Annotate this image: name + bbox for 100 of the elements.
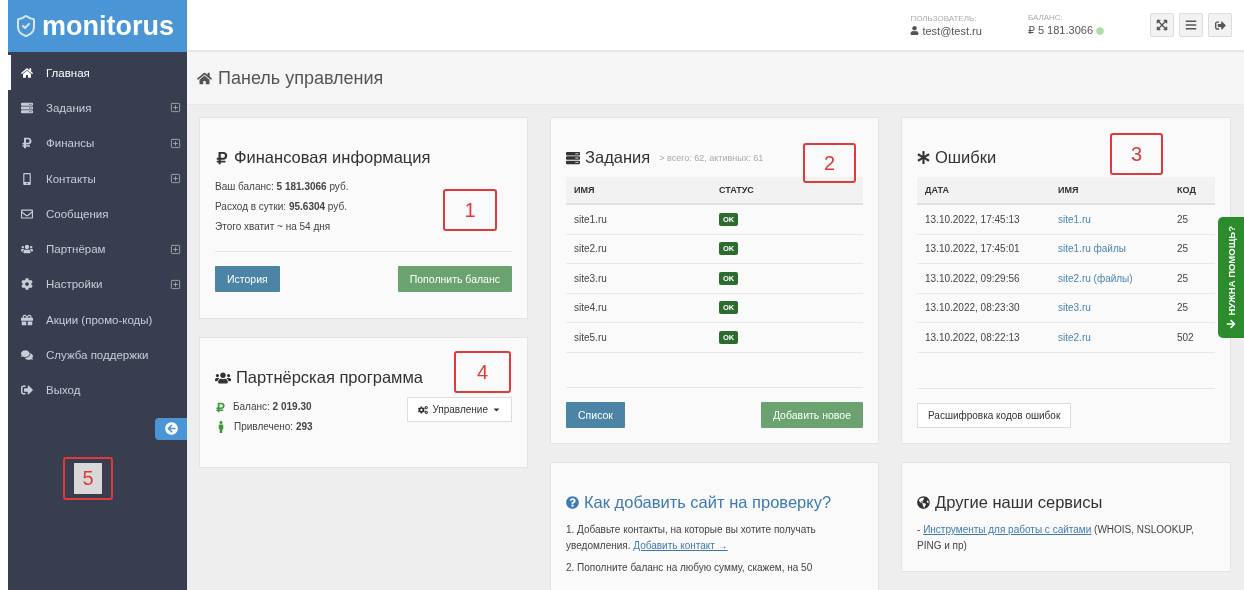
card-title: Ошибки [935,148,997,167]
table-cell-text: 13.10.2022, 17:45:01 [925,243,1021,255]
instruction-link[interactable]: Добавить контакт → [633,540,728,551]
chat-icon [21,349,33,361]
column-header: ИМЯ [1058,185,1080,195]
finance-line: Этого хватит ~ на 54 дня [215,221,331,232]
finance-line: Ваш баланс: 5 181.3066 руб. [215,181,349,192]
balance-value: ₽ 5 181.3066 [1027,24,1093,37]
cogs-icon [418,404,429,415]
sidebar-item[interactable]: Задания [8,90,187,126]
expand-arrows-icon [1156,19,1168,31]
card-title: Партнёрская программа [236,368,423,387]
error-codes-button[interactable]: Расшифровка кодов ошибок [917,403,1072,428]
sidebar-item[interactable]: Акции (промо-коды) [8,302,187,338]
tools-link[interactable]: Инструменты для работы с сайтами [923,524,1092,535]
sidebar-item[interactable]: Финансы [8,125,187,161]
collapse-button[interactable] [155,417,187,440]
sidebar-label: Задания [46,101,93,114]
expand-icon[interactable] [170,137,181,149]
tasks-count: > всего: 62, активных: 61 [659,152,764,163]
table-cell-text: 13.10.2022, 08:22:13 [925,331,1021,343]
column-header: КОД [1177,185,1197,195]
home-icon [21,66,33,79]
partner-stat: Привлечено: 293 [234,420,313,434]
site-link[interactable]: site2.ru (файлы) [1058,272,1133,284]
site-link[interactable]: site3.ru [1058,302,1091,314]
action-button[interactable]: Список [566,402,625,428]
instruction-text: 2. Пополните баланс на любую сумму, скажем, на 50 [566,561,814,575]
table-cell-text: 25 [1177,213,1190,225]
callout-number: 1 [443,189,497,231]
table-cell-text: site3.ru [574,272,608,284]
table-cell-text: site4.ru [574,302,608,314]
sidebar-item[interactable]: Служба поддержки [8,337,187,373]
action-button[interactable]: История [215,266,280,292]
instruction-text: 1. Добавьте контакты, на которые вы хотите получать уведомления. Добавить контакт → [566,523,817,553]
table-cell-text: 25 [1177,243,1190,255]
card-title: Финансовая информация [234,148,431,167]
table-cell-text: site1.ru [574,213,608,225]
logo[interactable]: monitorus [8,0,187,52]
arrow-left-icon [164,422,178,436]
column-header: ДАТА [925,185,950,195]
user-label: ПОЛЬЗОВАТЕЛЬ: [910,13,978,23]
sidebar-label: Акции (промо-коды) [46,313,154,326]
logout-button[interactable] [1208,13,1232,37]
sidebar-item[interactable]: Партнёрам [8,231,187,267]
sidebar-label: Служба поддержки [46,349,150,361]
sidebar-item[interactable]: Настройки [8,266,187,303]
sidebar-item[interactable]: Контакты [8,160,187,197]
server-icon [21,101,33,114]
help-tab[interactable]: НУЖНА ПОМОЩЬ? [1218,217,1244,338]
expand-icon[interactable] [170,102,181,114]
home-icon [197,70,212,86]
ruble-icon [215,150,229,165]
finance-line: Расход в сутки: 95.6304 руб. [215,201,347,212]
server-icon [566,150,580,165]
table-cell-text: 25 [1177,302,1190,314]
logout-icon [21,384,33,397]
callout-number: 5 [74,463,102,494]
sidebar-label: Партнёрам [46,243,107,256]
column-header: СТАТУС [719,185,755,195]
gift-icon [21,313,33,326]
card-title: Другие наши сервисы [935,493,1103,512]
sidebar-item[interactable]: Выход [8,372,187,408]
caret-icon [492,405,501,414]
site-link[interactable]: site2.ru [1058,331,1091,343]
partner-stat: Баланс: 2 019.30 [233,400,312,414]
column-header: ИМЯ [574,185,596,195]
sidebar-label: Настройки [46,278,104,291]
sidebar-item[interactable]: Сообщения [8,196,187,232]
table-cell-text: 13.10.2022, 17:45:13 [925,213,1021,225]
action-button[interactable]: Пополнить баланс [397,266,512,292]
page-title: Панель управления [218,67,384,89]
arrow-right-icon [1226,319,1236,330]
site-link[interactable]: site1.ru файлы [1058,243,1126,255]
expand-icon[interactable] [170,243,181,255]
callout-number: 4 [454,351,511,393]
globe-icon [917,496,930,509]
ruble-icon [21,137,33,150]
manage-dropdown[interactable]: Управление [407,397,512,422]
fullscreen-button[interactable] [1150,13,1174,37]
callout-number: 2 [803,143,856,183]
menu-button[interactable] [1179,13,1203,37]
user-email: test@test.ru [922,24,982,37]
settings-icon [21,278,33,291]
table-cell-text: 13.10.2022, 09:29:56 [925,272,1021,284]
site-link[interactable]: site1.ru [1058,213,1091,225]
table-cell-text: 13.10.2022, 08:23:30 [925,302,1021,314]
balance-label: БАЛАНС: [1027,13,1064,22]
users-icon [21,243,33,256]
table-cell-text: 502 [1177,331,1195,343]
expand-icon[interactable] [170,278,181,290]
action-button[interactable]: Добавить новое [760,402,863,428]
sidebar-label: Контакты [46,172,97,185]
expand-icon[interactable] [170,173,181,185]
question-icon [566,496,579,509]
ruble-icon [215,401,226,413]
asterisk-icon [917,151,930,164]
card-title: Задания [585,148,651,167]
sidebar-label: Сообщения [46,207,110,220]
menu-icon [1185,19,1197,31]
